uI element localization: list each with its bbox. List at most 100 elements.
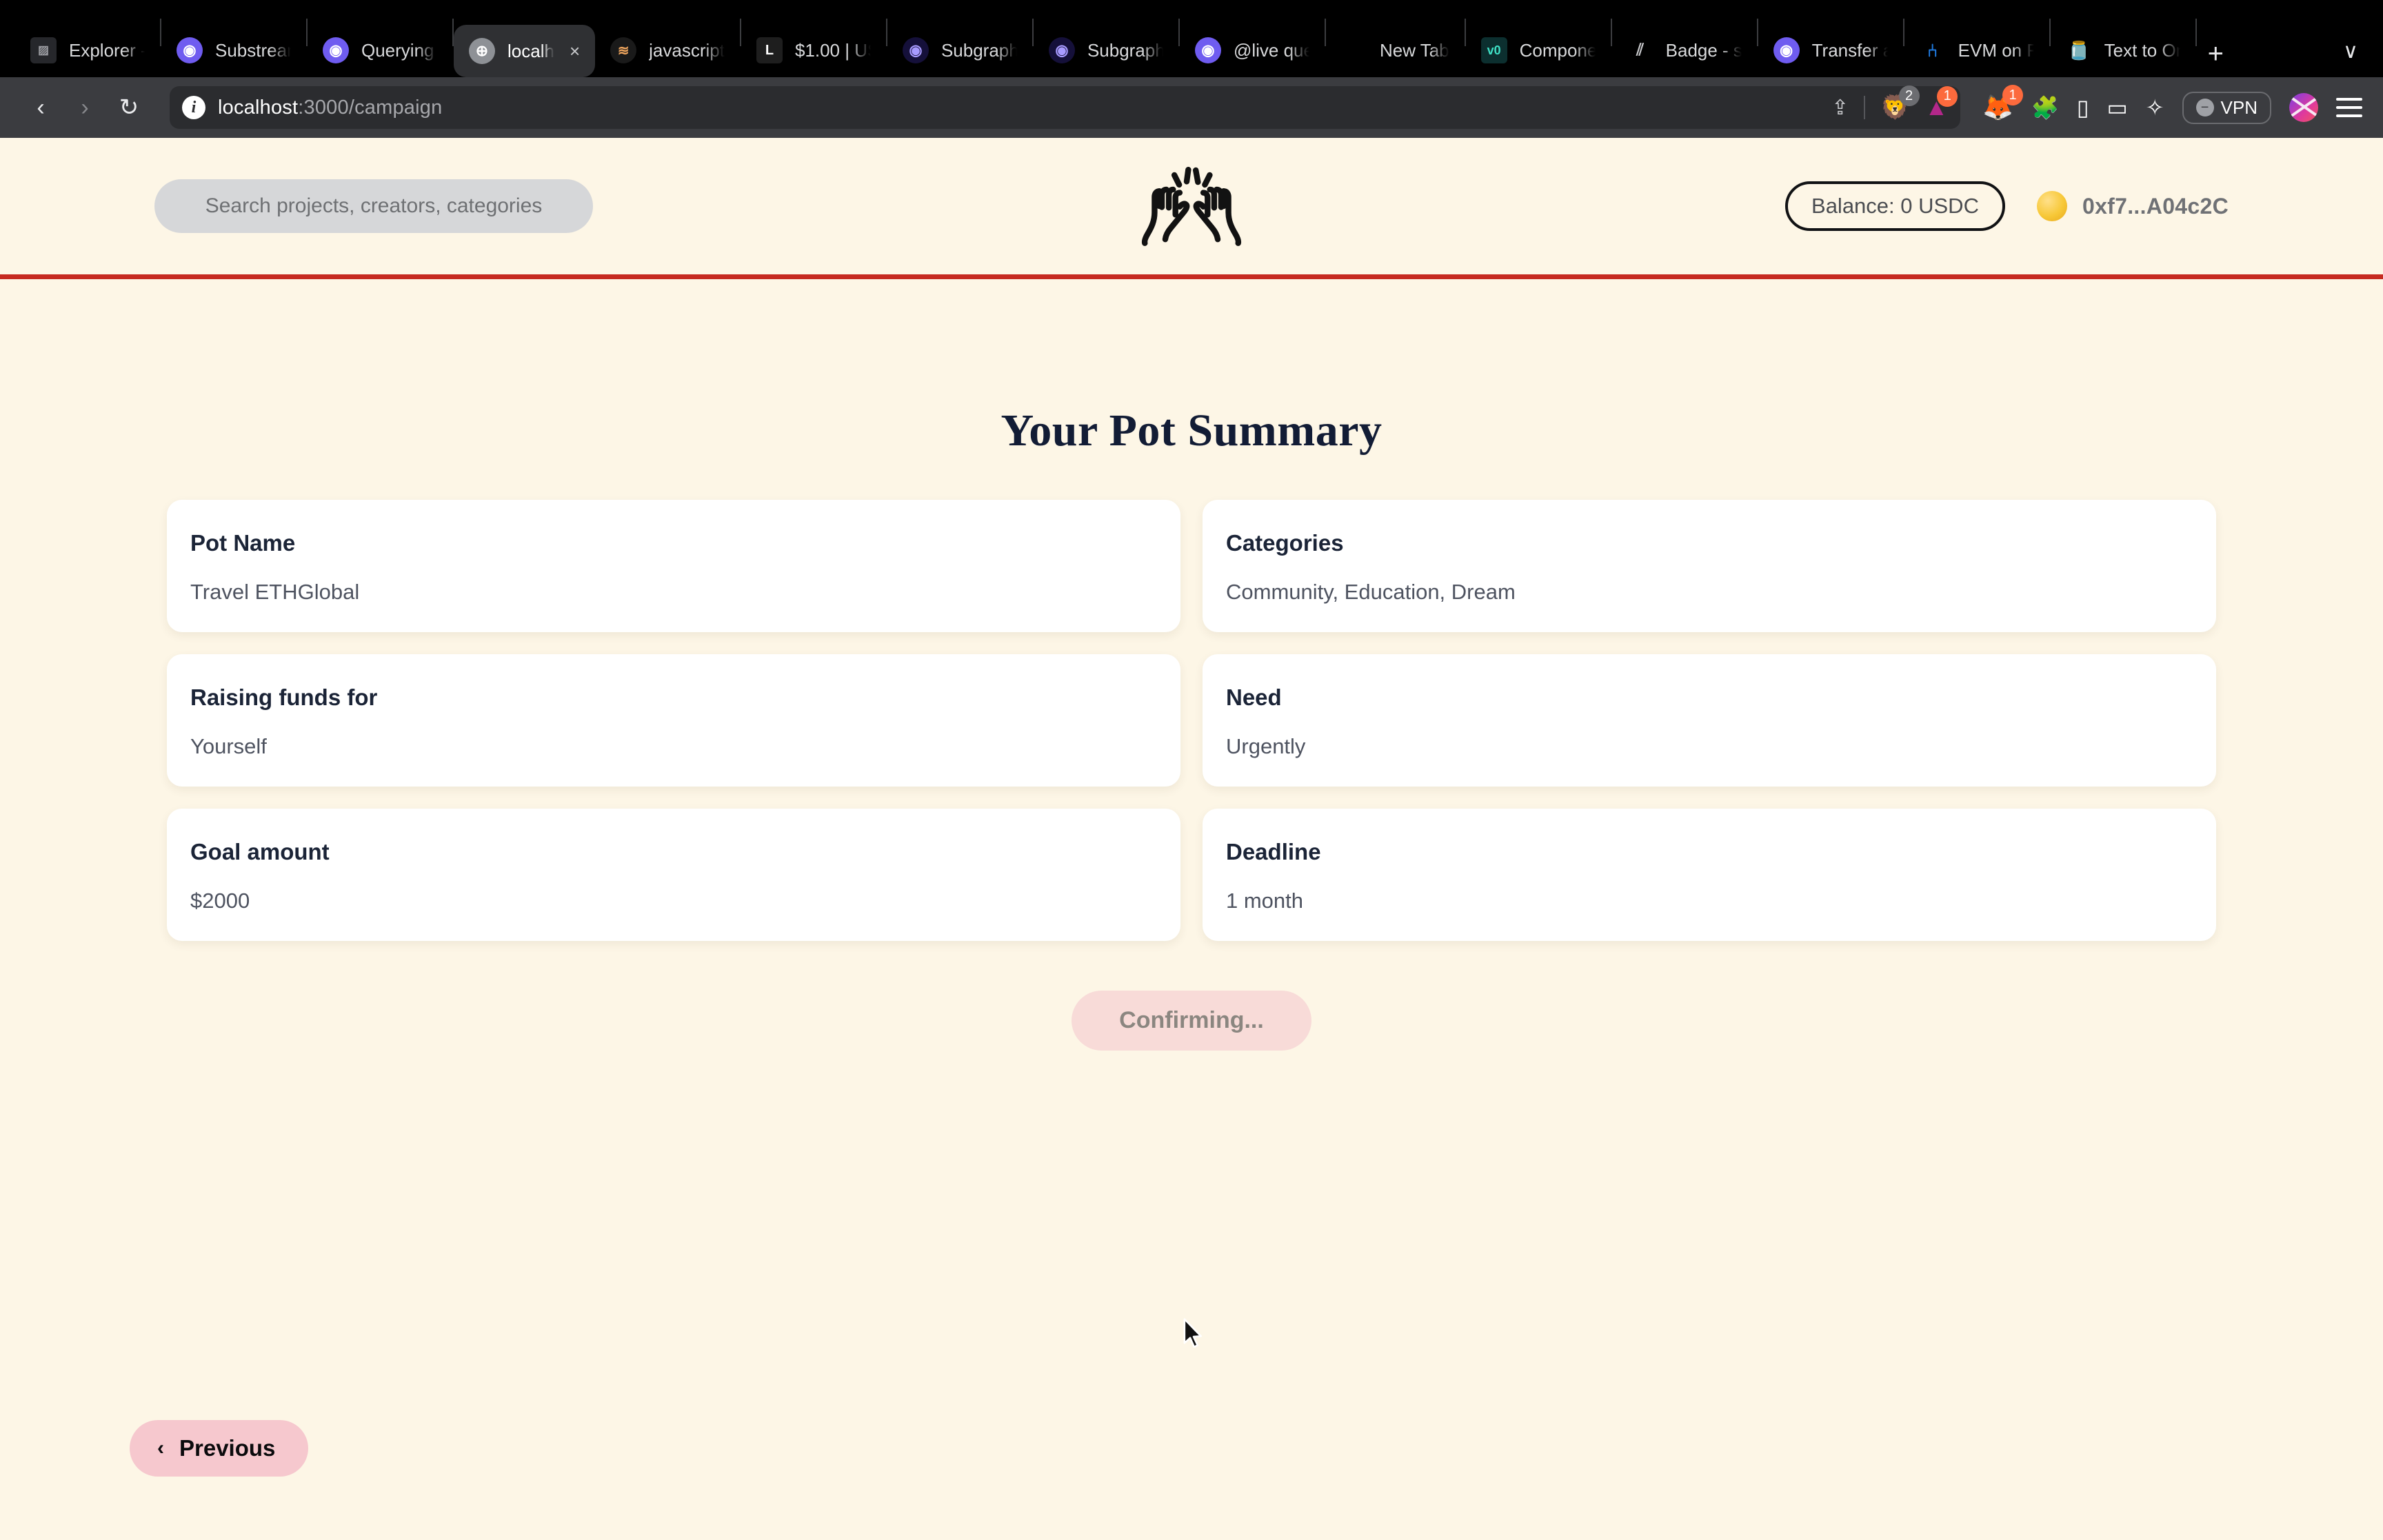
balance-badge[interactable]: Balance: 0 USDC — [1785, 181, 2005, 231]
url-host: localhost — [218, 96, 299, 119]
address-bar[interactable]: 🔖 i localhost:3000/campaign ⇪ 🦁 2 ▲ 1 — [170, 85, 1961, 129]
tab-title: Substream — [215, 39, 291, 61]
puzzle-icon[interactable]: 🧩 — [2031, 94, 2059, 121]
browser-tab[interactable]: ⫽ Badge - sh — [1612, 23, 1757, 77]
avatar — [2036, 191, 2067, 221]
javascript-icon: ≋ — [610, 37, 637, 63]
summary-card-grid: Pot Name Travel ETHGlobal Categories Com… — [167, 500, 2216, 941]
new-tab-button[interactable]: + — [2197, 40, 2235, 68]
card-value: Travel ETHGlobal — [190, 580, 360, 604]
tab-title: EVM on Flo — [1958, 39, 2034, 61]
browser-tab[interactable]: ⑃ EVM on Flo — [1904, 23, 2049, 77]
summary-card: Raising funds for Yourself — [167, 654, 1180, 787]
wallet-address: 0xf7...A04c2C — [2082, 193, 2229, 219]
browser-tab[interactable]: ◉ Substream — [161, 23, 306, 77]
site-info-icon[interactable]: i — [182, 96, 205, 119]
graph-icon: ◉ — [1773, 37, 1800, 63]
url-text: localhost:3000/campaign — [218, 97, 442, 119]
brave-rewards-button[interactable]: ▲ 1 — [1925, 85, 1958, 121]
browser-tab-active[interactable]: ⊕ localh × — [454, 25, 596, 77]
previous-button[interactable]: ‹ Previous — [130, 1420, 309, 1477]
toolbar-actions: 🦊 1 🧩 ▯ ▭ ✧ − VPN — [1982, 85, 2362, 124]
previous-button-wrap: ‹ Previous — [130, 1420, 309, 1477]
card-value: Community, Education, Dream — [1226, 580, 1516, 604]
tab-search-chevron-icon[interactable]: ∨ — [2331, 39, 2371, 63]
tab-title: localh — [507, 40, 554, 61]
chevron-left-icon: ‹ — [157, 1437, 164, 1459]
profile-avatar[interactable] — [2289, 93, 2318, 122]
header-divider — [0, 274, 2383, 279]
tab-title: @live quer — [1233, 39, 1309, 61]
header-right: Balance: 0 USDC 0xf7...A04c2C — [1785, 181, 2229, 231]
tab-title: Subgraph — [1087, 39, 1163, 61]
forward-button[interactable]: › — [65, 88, 105, 128]
browser-tab[interactable]: ◉ Subgraph — [1034, 23, 1178, 77]
site-header: Search projects, creators, categories Ba… — [0, 138, 2383, 274]
metamask-count-badge: 1 — [2002, 85, 2024, 105]
hamburger-icon[interactable] — [2336, 98, 2362, 117]
v0-icon: v0 — [1480, 37, 1507, 63]
tab-title: Badge - sh — [1665, 39, 1742, 61]
card-value: $2000 — [190, 889, 250, 913]
metamask-button[interactable]: 🦊 1 — [1982, 85, 2024, 122]
tab-title: Subgraph — [941, 39, 1017, 61]
tab-title: javascript — [649, 39, 725, 61]
explorer-icon: ▨ — [30, 37, 57, 63]
share-icon[interactable]: ⇪ — [1831, 96, 1849, 120]
close-icon[interactable]: × — [570, 41, 580, 62]
card-label: Deadline — [1226, 839, 1321, 864]
browser-tab[interactable]: ◉ Querying T — [308, 23, 452, 77]
back-button[interactable]: ‹ — [21, 88, 61, 128]
browser-tab[interactable]: ◉ Transfer an — [1758, 23, 1903, 77]
summary-card: Pot Name Travel ETHGlobal — [167, 500, 1180, 632]
vpn-status-icon: − — [2195, 99, 2214, 116]
previous-button-label: Previous — [179, 1435, 276, 1461]
browser-window: ▨ Explorer - ◉ Substream ◉ Querying T ⊕ … — [0, 0, 2383, 1540]
browser-tab[interactable]: ≋ javascript — [595, 23, 740, 77]
mouse-cursor — [1182, 1318, 1205, 1350]
summary-card: Goal amount $2000 — [167, 809, 1180, 941]
main-content: Your Pot Summary Pot Name Travel ETHGlob… — [0, 405, 2383, 1051]
toolbar-divider — [1864, 96, 1866, 119]
graph-icon: ◉ — [1194, 37, 1221, 63]
tab-title: $1.00 | US — [794, 39, 871, 61]
tab-title: Querying T — [361, 39, 437, 61]
browser-tab[interactable]: ◉ @live quer — [1180, 23, 1325, 77]
l-logo-icon: L — [756, 37, 783, 63]
wallet-button[interactable]: 0xf7...A04c2C — [2036, 191, 2229, 221]
vpn-label: VPN — [2220, 97, 2258, 118]
raising-hands-icon[interactable] — [1123, 165, 1260, 247]
sidebar-icon[interactable]: ▯ — [2077, 94, 2089, 121]
summary-card: Need Urgently — [1203, 654, 2216, 787]
browser-tab[interactable]: L $1.00 | US — [741, 23, 886, 77]
shields-count-badge: 2 — [1898, 85, 1920, 106]
graph-dark-icon: ◉ — [902, 37, 929, 63]
card-value: Yourself — [190, 734, 267, 758]
browser-tab[interactable]: New Tab — [1326, 23, 1465, 77]
page-content: Search projects, creators, categories Ba… — [0, 138, 2383, 1540]
wallet-icon[interactable]: ▭ — [2107, 94, 2127, 121]
blank-favicon-icon — [1341, 37, 1367, 63]
summary-card: Deadline 1 month — [1203, 809, 2216, 941]
search-input[interactable]: Search projects, creators, categories — [154, 179, 593, 233]
tab-title: Transfer an — [1811, 39, 1888, 61]
tab-strip: ▨ Explorer - ◉ Substream ◉ Querying T ⊕ … — [0, 0, 2383, 77]
vpn-button[interactable]: − VPN — [2182, 91, 2271, 124]
reload-button[interactable]: ↻ — [109, 88, 149, 128]
search-placeholder: Search projects, creators, categories — [205, 194, 543, 217]
slash-icon: ⫽ — [1636, 41, 1644, 59]
tab-title: Componen — [1519, 39, 1596, 61]
globe-icon: ⊕ — [469, 38, 495, 64]
sparkle-icon[interactable]: ✧ — [2146, 94, 2164, 121]
card-value: 1 month — [1226, 889, 1304, 913]
browser-tab[interactable]: ▨ Explorer - — [15, 23, 160, 77]
browser-tab[interactable]: v0 Componen — [1466, 23, 1611, 77]
confirm-button[interactable]: Confirming... — [1072, 991, 1311, 1051]
card-label: Need — [1226, 685, 1282, 710]
brave-shields-button[interactable]: 🦁 2 — [1880, 85, 1920, 121]
card-label: Pot Name — [190, 530, 296, 556]
browser-tab[interactable]: ◉ Subgraph — [887, 23, 1032, 77]
summary-card: Categories Community, Education, Dream — [1203, 500, 2216, 632]
browser-tab[interactable]: 🫙 Text to On — [2051, 23, 2195, 77]
graph-dark-icon: ◉ — [1048, 37, 1075, 63]
